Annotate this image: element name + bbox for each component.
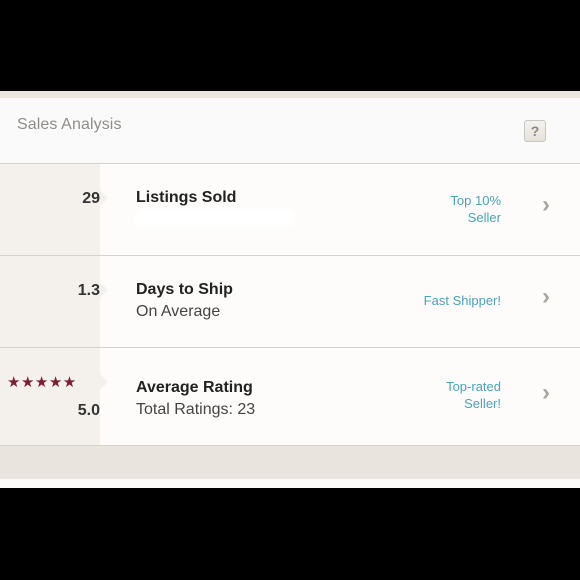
badge-line-1: Fast Shipper!: [423, 293, 501, 308]
days-to-ship-subtitle: On Average: [136, 303, 221, 320]
days-to-ship-value: 1.3: [77, 282, 100, 299]
total-ratings-subtitle: Total Ratings: 23: [136, 401, 256, 418]
row-pointer: [100, 190, 108, 206]
panel-bottom-edge: [0, 479, 580, 488]
sales-analysis-panel: Sales Analysis ? 29 Listings Sold Top 10…: [0, 91, 580, 488]
badge-line-1: Top 10%: [450, 193, 501, 208]
badge-line-1: Top-rated: [446, 379, 501, 394]
days-to-ship-row[interactable]: 1.3 Days to Ship On Average Fast Shipper…: [0, 256, 580, 348]
help-button[interactable]: ?: [524, 120, 546, 142]
chevron-right-icon[interactable]: ›: [542, 285, 550, 309]
panel-footer-band: [0, 446, 580, 479]
chevron-right-icon[interactable]: ›: [542, 193, 550, 217]
top-seller-badge: Top 10% Seller: [381, 192, 501, 226]
panel-top-band: [0, 91, 580, 98]
top-rated-badge: Top-rated Seller!: [381, 378, 501, 412]
metric-column: 1.3: [0, 256, 100, 347]
badge-line-2: Seller!: [464, 396, 501, 411]
listings-sold-title: Listings Sold: [136, 189, 237, 206]
row-pointer: [100, 374, 108, 390]
row-pointer: [100, 282, 108, 298]
badge-line-2: Seller: [467, 210, 501, 225]
listings-sold-row[interactable]: 29 Listings Sold Top 10% Seller ›: [0, 164, 580, 256]
panel-header: Sales Analysis ?: [0, 98, 580, 164]
fast-shipper-badge: Fast Shipper!: [381, 292, 501, 309]
metric-column: ★★★★★ 5.0: [0, 348, 100, 445]
days-to-ship-title: Days to Ship: [136, 281, 233, 298]
screenshot-frame: Sales Analysis ? 29 Listings Sold Top 10…: [0, 0, 580, 580]
average-rating-title: Average Rating: [136, 379, 253, 396]
star-rating-icons: ★★★★★: [7, 374, 77, 391]
redacted-subtitle: [137, 212, 293, 224]
average-rating-row[interactable]: ★★★★★ 5.0 Average Rating Total Ratings: …: [0, 348, 580, 446]
panel-title: Sales Analysis: [17, 116, 122, 133]
metric-column: 29: [0, 164, 100, 255]
listings-sold-count: 29: [82, 190, 100, 207]
average-rating-value: 5.0: [77, 402, 100, 419]
question-icon: ?: [530, 123, 540, 139]
chevron-right-icon[interactable]: ›: [542, 381, 550, 405]
